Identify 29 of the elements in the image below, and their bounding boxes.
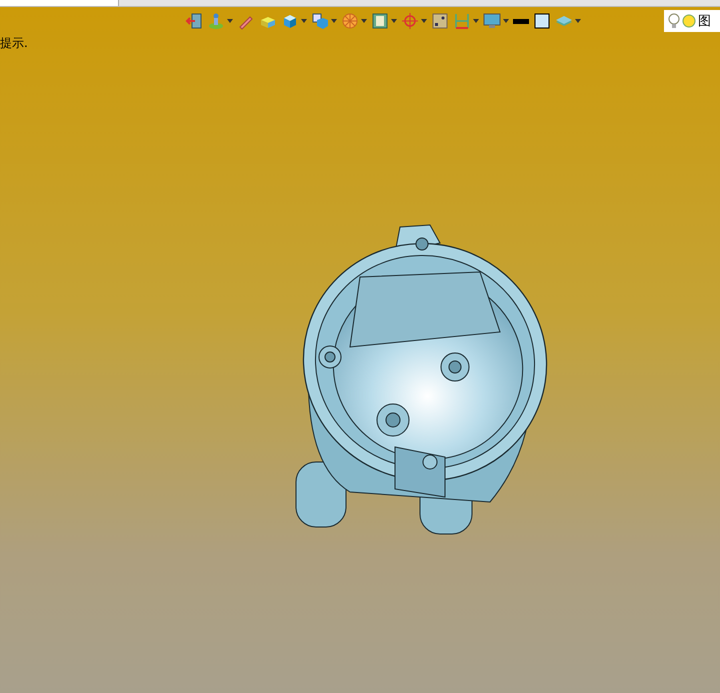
caret-icon <box>227 19 233 23</box>
view-cube-icon <box>311 12 329 30</box>
caret-icon <box>391 19 397 23</box>
monitor-icon <box>483 12 501 30</box>
caret-icon <box>301 19 307 23</box>
toolbar-button[interactable] <box>371 11 397 31</box>
caret-icon <box>503 19 509 23</box>
caret-icon <box>575 19 581 23</box>
exit-icon <box>185 12 203 30</box>
picture-icon <box>431 12 449 30</box>
frame-icon <box>371 12 389 30</box>
toolbar-button[interactable] <box>431 11 449 31</box>
cube-icon <box>281 12 299 30</box>
caret-icon <box>473 19 479 23</box>
wheel-icon <box>341 12 359 30</box>
bracket-icon <box>453 12 471 30</box>
crosshair-icon <box>401 12 419 30</box>
figure-icon <box>207 12 225 30</box>
caret-icon <box>361 19 367 23</box>
square-icon <box>533 12 551 30</box>
caret-icon <box>331 19 337 23</box>
circle-icon <box>682 14 696 28</box>
layer-selector[interactable]: 图 <box>664 10 720 32</box>
caret-icon <box>421 19 427 23</box>
toolbar-button[interactable] <box>533 11 551 31</box>
toolbar-button[interactable] <box>311 11 337 31</box>
layer-label: 图 <box>698 13 711 30</box>
light-bulb-icon <box>668 13 680 29</box>
hint-text: 提示. <box>0 35 28 52</box>
